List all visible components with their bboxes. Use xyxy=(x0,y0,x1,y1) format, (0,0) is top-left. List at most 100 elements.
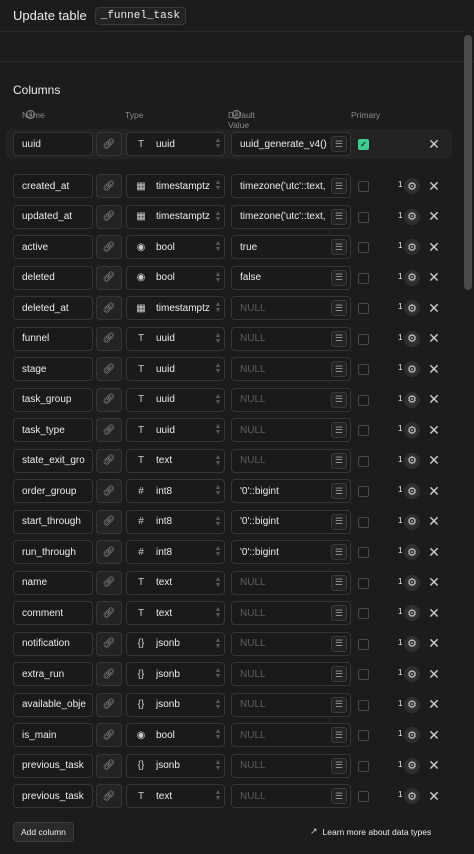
default-value-input[interactable]: NULL ☰ xyxy=(231,296,351,320)
gear-icon[interactable]: ⚙ xyxy=(404,391,420,408)
primary-key-checkbox[interactable] xyxy=(358,211,369,223)
gear-icon[interactable]: ⚙ xyxy=(404,330,420,347)
column-name-input[interactable]: is_main xyxy=(13,723,93,747)
remove-column-icon[interactable]: ✕ xyxy=(426,330,442,348)
scrollbar-thumb[interactable] xyxy=(464,35,472,290)
remove-column-icon[interactable]: ✕ xyxy=(426,177,442,195)
default-value-input[interactable]: '0'::bigint ☰ xyxy=(231,479,351,503)
remove-column-icon[interactable]: ✕ xyxy=(426,635,442,653)
default-value-input[interactable]: NULL ☰ xyxy=(231,448,351,473)
remove-column-icon[interactable]: ✕ xyxy=(426,726,442,744)
remove-column-icon[interactable]: ✕ xyxy=(426,787,442,805)
default-value-input[interactable]: NULL ☰ xyxy=(231,784,351,808)
primary-key-checkbox[interactable] xyxy=(358,425,369,436)
column-name-input[interactable]: uuid xyxy=(13,132,93,156)
list-menu-icon[interactable]: ☰ xyxy=(331,300,347,316)
column-name-input[interactable]: previous_task xyxy=(13,753,93,778)
foreign-key-link-button[interactable]: 🔗︎ xyxy=(96,692,122,717)
primary-key-checkbox[interactable] xyxy=(358,486,369,497)
default-value-input[interactable]: true ☰ xyxy=(231,235,351,259)
default-value-input[interactable]: false ☰ xyxy=(231,265,351,290)
gear-icon[interactable]: ⚙ xyxy=(404,788,420,804)
remove-column-icon[interactable]: ✕ xyxy=(426,513,442,531)
column-type-select[interactable]: T uuid ▲ ▼ xyxy=(126,418,225,442)
column-type-select[interactable]: ▦ timestamptz ▲ ▼ xyxy=(126,174,225,198)
column-type-select[interactable]: T text ▲ ▼ xyxy=(126,601,225,625)
default-value-input[interactable]: NULL ☰ xyxy=(231,326,351,351)
column-type-select[interactable]: T uuid ▲ ▼ xyxy=(126,357,225,381)
gear-icon[interactable]: ⚙ xyxy=(404,544,420,560)
column-type-select[interactable]: {} jsonb ▲ ▼ xyxy=(126,753,225,778)
column-type-select[interactable]: ▦ timestamptz ▲ ▼ xyxy=(126,204,225,229)
list-menu-icon[interactable]: ☰ xyxy=(331,544,347,560)
default-value-input[interactable]: uuid_generate_v4() ☰ xyxy=(231,132,351,156)
default-value-input[interactable]: NULL ☰ xyxy=(231,631,351,656)
column-name-input[interactable]: run_through xyxy=(13,540,93,564)
default-value-input[interactable]: NULL ☰ xyxy=(231,692,351,717)
help-icon[interactable]: ? xyxy=(26,110,35,119)
default-value-input[interactable]: NULL ☰ xyxy=(231,387,351,412)
default-value-input[interactable]: NULL ☰ xyxy=(231,753,351,778)
list-menu-icon[interactable]: ☰ xyxy=(331,178,347,194)
remove-column-icon[interactable]: ✕ xyxy=(426,208,442,226)
remove-column-icon[interactable]: ✕ xyxy=(426,299,442,317)
column-type-select[interactable]: ▦ timestamptz ▲ ▼ xyxy=(126,296,225,320)
column-name-input[interactable]: start_through xyxy=(13,509,93,534)
remove-column-icon[interactable]: ✕ xyxy=(426,604,442,622)
primary-key-checkbox[interactable] xyxy=(358,669,369,680)
foreign-key-link-button[interactable]: 🔗︎ xyxy=(96,204,122,229)
column-type-select[interactable]: {} jsonb ▲ ▼ xyxy=(126,692,225,717)
gear-icon[interactable]: ⚙ xyxy=(404,208,420,225)
column-name-input[interactable]: comment xyxy=(13,601,93,625)
list-menu-icon[interactable]: ☰ xyxy=(331,361,347,377)
foreign-key-link-button[interactable]: 🔗︎ xyxy=(96,387,122,412)
foreign-key-link-button[interactable]: 🔗︎ xyxy=(96,723,122,747)
remove-column-icon[interactable]: ✕ xyxy=(426,482,442,500)
remove-column-icon[interactable]: ✕ xyxy=(426,696,442,714)
default-value-input[interactable]: NULL ☰ xyxy=(231,357,351,381)
gear-icon[interactable]: ⚙ xyxy=(404,635,420,652)
foreign-key-link-button[interactable]: 🔗︎ xyxy=(96,753,122,778)
primary-key-checkbox[interactable] xyxy=(358,791,369,802)
list-menu-icon[interactable]: ☰ xyxy=(331,483,347,499)
help-icon[interactable]: ? xyxy=(232,110,241,119)
column-type-select[interactable]: T text ▲ ▼ xyxy=(126,570,225,595)
gear-icon[interactable]: ⚙ xyxy=(404,361,420,377)
primary-key-checkbox[interactable] xyxy=(358,181,369,192)
foreign-key-link-button[interactable]: 🔗︎ xyxy=(96,418,122,442)
foreign-key-link-button[interactable]: 🔗︎ xyxy=(96,174,122,198)
foreign-key-link-button[interactable]: 🔗︎ xyxy=(96,784,122,808)
primary-key-checkbox[interactable] xyxy=(358,577,369,589)
gear-icon[interactable]: ⚙ xyxy=(404,666,420,682)
foreign-key-link-button[interactable]: 🔗︎ xyxy=(96,448,122,473)
remove-column-icon[interactable]: ✕ xyxy=(426,543,442,561)
column-type-select[interactable]: {} jsonb ▲ ▼ xyxy=(126,631,225,656)
column-name-input[interactable]: stage xyxy=(13,357,93,381)
default-value-input[interactable]: NULL ☰ xyxy=(231,723,351,747)
remove-column-icon[interactable]: ✕ xyxy=(426,135,442,153)
foreign-key-link-button[interactable]: 🔗︎ xyxy=(96,540,122,564)
gear-icon[interactable]: ⚙ xyxy=(404,727,420,743)
primary-key-checkbox[interactable] xyxy=(358,242,369,253)
gear-icon[interactable]: ⚙ xyxy=(404,605,420,621)
primary-key-checkbox[interactable] xyxy=(358,394,369,406)
list-menu-icon[interactable]: ☰ xyxy=(331,788,347,804)
default-value-input[interactable]: NULL ☰ xyxy=(231,570,351,595)
gear-icon[interactable]: ⚙ xyxy=(404,269,420,286)
remove-column-icon[interactable]: ✕ xyxy=(426,269,442,287)
gear-icon[interactable]: ⚙ xyxy=(404,452,420,469)
column-name-input[interactable]: updated_at xyxy=(13,204,93,229)
remove-column-icon[interactable]: ✕ xyxy=(426,665,442,683)
primary-key-checkbox[interactable] xyxy=(358,333,369,345)
column-type-select[interactable]: T uuid ▲ ▼ xyxy=(126,132,225,156)
gear-icon[interactable]: ⚙ xyxy=(404,574,420,591)
list-menu-icon[interactable]: ☰ xyxy=(331,574,347,591)
primary-key-checkbox[interactable] xyxy=(358,516,369,528)
column-type-select[interactable]: T text ▲ ▼ xyxy=(126,784,225,808)
gear-icon[interactable]: ⚙ xyxy=(404,757,420,774)
remove-column-icon[interactable]: ✕ xyxy=(426,574,442,592)
gear-icon[interactable]: ⚙ xyxy=(404,300,420,316)
list-menu-icon[interactable]: ☰ xyxy=(331,269,347,286)
default-value-input[interactable]: '0'::bigint ☰ xyxy=(231,540,351,564)
list-menu-icon[interactable]: ☰ xyxy=(331,422,347,438)
